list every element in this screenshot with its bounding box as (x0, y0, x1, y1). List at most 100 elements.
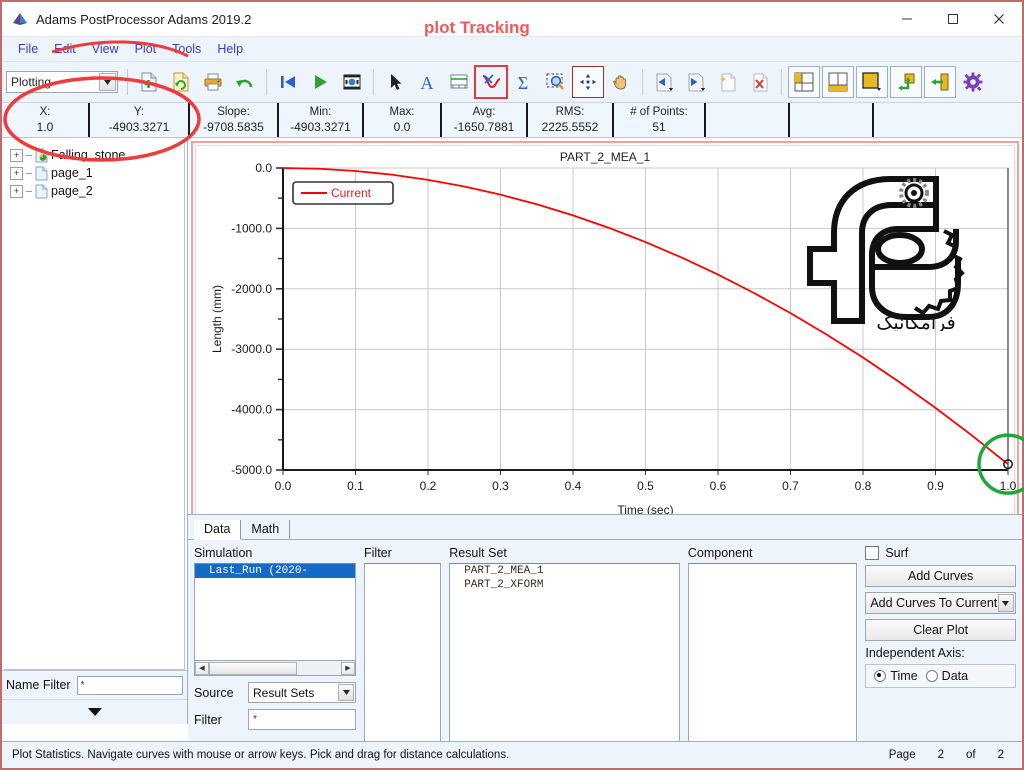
stat-slope-label: Slope: (217, 106, 250, 119)
select-arrow-icon[interactable] (380, 67, 410, 97)
fit-icon[interactable] (572, 66, 604, 98)
next-page-icon[interactable] (681, 67, 711, 97)
reload-page-icon[interactable] (166, 67, 196, 97)
window-title: Adams PostProcessor Adams 2019.2 (36, 11, 252, 27)
stat-y-label: Y: (133, 106, 145, 119)
stat-rms-value: 2225.5552 (541, 119, 599, 134)
toolbar-separator-2 (266, 69, 267, 95)
chevron-down-icon[interactable] (338, 684, 354, 701)
scrollbar-thumb[interactable] (209, 661, 297, 675)
page-total: 2 (997, 749, 1004, 761)
swap-icon[interactable] (890, 66, 922, 98)
simulation-hscrollbar[interactable]: ◀ ▶ (194, 661, 356, 676)
scroll-left-icon[interactable]: ◀ (195, 661, 209, 675)
result-set-listbox[interactable]: PART_2_MEA_1 PART_2_XFORM (449, 563, 680, 743)
new-document-icon[interactable] (713, 67, 743, 97)
close-button[interactable] (976, 2, 1022, 36)
source-select[interactable]: Result Sets (248, 682, 356, 703)
status-message: Plot Statistics. Navigate curves with mo… (12, 749, 510, 761)
page-indicator: Page 2 of 2 (889, 749, 1012, 761)
tree-item-page-2[interactable]: + page_2 (8, 182, 184, 200)
layout-left-icon[interactable] (788, 66, 820, 98)
add-curves-button[interactable]: Add Curves (865, 565, 1016, 587)
model-tree[interactable]: + Falling_stone + page_1 + page_2 (4, 140, 185, 670)
model-icon (35, 148, 48, 163)
dock-tabs: Data Math (188, 515, 1022, 540)
previous-page-icon[interactable] (649, 67, 679, 97)
stat-num-points: # of Points: 51 (614, 103, 706, 137)
delete-document-icon[interactable] (745, 67, 775, 97)
clear-plot-button[interactable]: Clear Plot (865, 619, 1016, 641)
scroll-right-icon[interactable]: ▶ (341, 661, 355, 675)
y-tick-label: -1000.0 (231, 221, 272, 235)
chevron-down-icon[interactable] (997, 594, 1014, 612)
collapse-panel-button[interactable] (2, 699, 187, 724)
list-item[interactable]: PART_2_XFORM (450, 578, 679, 592)
filter-row: Filter * (194, 709, 356, 730)
stat-min: Min: -4903.3271 (279, 103, 364, 137)
expander-icon[interactable]: + (10, 184, 23, 198)
result-set-column: Result Set PART_2_MEA_1 PART_2_XFORM (449, 546, 680, 743)
stat-max-label: Max: (389, 106, 415, 119)
play-icon[interactable] (305, 67, 335, 97)
layout-bottom-icon[interactable] (822, 66, 854, 98)
name-filter-input[interactable]: * (76, 675, 183, 695)
mode-combo[interactable]: Plotting (6, 71, 118, 93)
simulation-listbox[interactable]: Last_Run (2020- (194, 563, 356, 661)
menu-help[interactable]: Help (209, 42, 251, 56)
stat-rms: RMS: 2225.5552 (528, 103, 614, 137)
list-item[interactable]: PART_2_MEA_1 (450, 564, 679, 578)
filter-column: Filter (364, 546, 442, 743)
print-icon[interactable] (198, 67, 228, 97)
plot-tracking-icon[interactable] (474, 65, 508, 99)
tab-data[interactable]: Data (194, 520, 242, 540)
first-frame-icon[interactable] (273, 67, 303, 97)
add-curves-mode-select[interactable]: Add Curves To Current (865, 592, 1016, 614)
menu-file[interactable]: File (10, 42, 46, 56)
menu-tools[interactable]: Tools (164, 42, 209, 56)
dock-filter-input[interactable]: * (248, 709, 356, 730)
radio-data[interactable]: Data (925, 669, 968, 683)
surf-checkbox-row[interactable]: Surf (865, 546, 1016, 560)
curve-controls: Surf Add Curves Add Curves To Current Cl… (857, 546, 1016, 743)
zoom-icon[interactable] (540, 67, 570, 97)
radio-time[interactable]: Time (874, 669, 918, 683)
settings-gear-icon[interactable] (958, 67, 988, 97)
text-icon[interactable]: A (412, 67, 442, 97)
expander-icon[interactable]: + (10, 148, 23, 162)
menu-view[interactable]: View (84, 42, 127, 56)
component-listbox[interactable] (687, 563, 858, 743)
stat-x-label: X: (39, 106, 51, 119)
undo-icon[interactable] (230, 67, 260, 97)
name-filter-label: Name Filter (6, 678, 71, 692)
menu-edit[interactable]: Edit (46, 42, 84, 56)
stat-max-value: 0.0 (393, 119, 411, 134)
radio-data-indicator[interactable] (925, 670, 938, 682)
minimize-button[interactable] (884, 2, 930, 36)
data-dock-panel: Data Math Simulation Last_Run (2020- ◀ ▶… (188, 514, 1022, 746)
pan-hand-icon[interactable] (606, 67, 636, 97)
list-item[interactable]: Last_Run (2020- (195, 564, 355, 578)
independent-axis-label: Independent Axis: (865, 646, 965, 660)
tab-math[interactable]: Math (241, 520, 291, 539)
radio-time-indicator[interactable] (874, 670, 887, 682)
page-label: Page (888, 749, 916, 761)
mode-combo-value: Plotting (11, 75, 52, 89)
filter-listbox[interactable] (364, 563, 442, 743)
axis-icon[interactable] (444, 67, 474, 97)
maximize-button[interactable] (930, 2, 976, 36)
menu-plot[interactable]: Plot (127, 42, 165, 56)
x-tick-label: 0.1 (347, 479, 364, 493)
layout-single-icon[interactable] (856, 66, 888, 98)
load-icon[interactable] (924, 66, 956, 98)
new-page-icon[interactable] (134, 67, 164, 97)
record-icon[interactable] (337, 67, 367, 97)
tree-item-page-1[interactable]: + page_1 (8, 164, 184, 182)
statistics-sigma-icon[interactable]: Σ (508, 67, 538, 97)
expander-icon[interactable]: + (10, 166, 23, 180)
chevron-down-icon[interactable] (99, 73, 116, 91)
radio-time-label: Time (890, 669, 918, 683)
tree-item-falling-stone[interactable]: + Falling_stone (8, 146, 184, 164)
surf-checkbox[interactable] (865, 546, 880, 560)
y-tick-label: -4000.0 (231, 403, 272, 417)
